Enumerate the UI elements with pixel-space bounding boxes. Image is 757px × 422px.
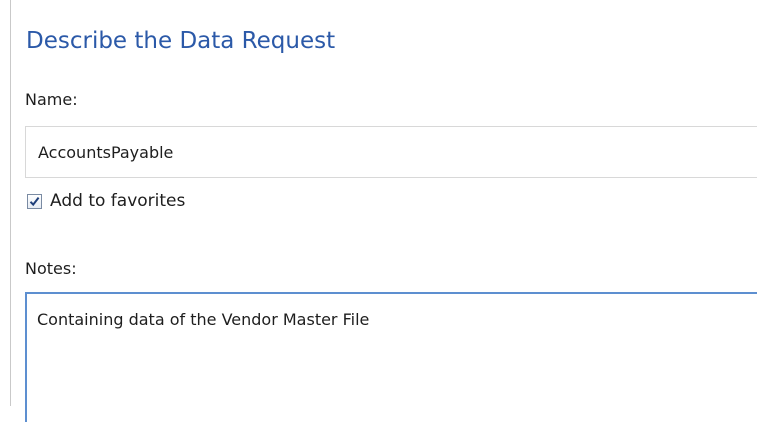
favorites-checkbox[interactable] xyxy=(27,193,42,209)
notes-textarea[interactable]: Containing data of the Vendor Master Fil… xyxy=(25,292,757,422)
name-label: Name: xyxy=(25,90,78,109)
section-title: Describe the Data Request xyxy=(26,28,336,54)
describe-request-panel: Describe the Data Request Name: Add to f… xyxy=(0,0,757,422)
name-input[interactable] xyxy=(25,126,757,178)
panel-left-border xyxy=(10,0,11,406)
checkmark-icon xyxy=(29,196,40,206)
favorites-label: Add to favorites xyxy=(50,191,186,211)
add-to-favorites-option[interactable]: Add to favorites xyxy=(27,190,185,212)
notes-label: Notes: xyxy=(25,259,77,278)
